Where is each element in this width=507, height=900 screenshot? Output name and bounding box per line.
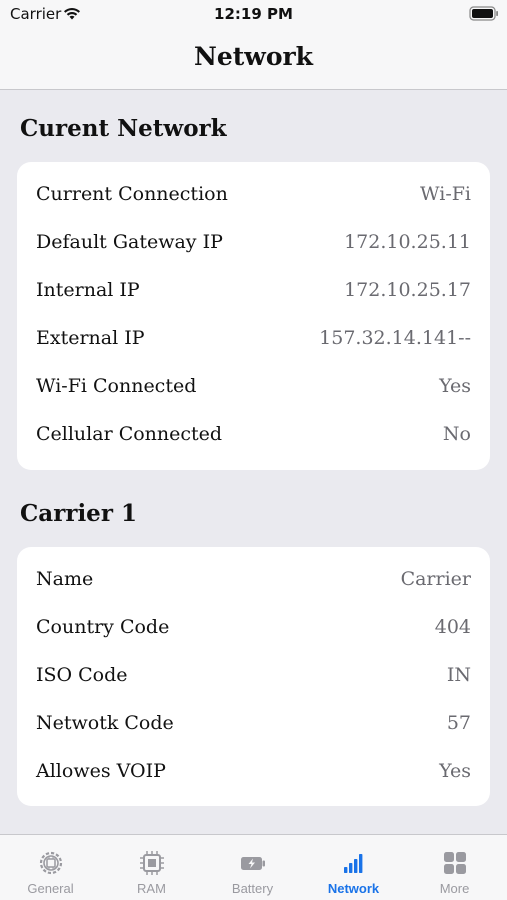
row-label: Wi-Fi Connected bbox=[36, 375, 197, 397]
row-label: Country Code bbox=[36, 616, 170, 638]
row-value: Wi-Fi bbox=[420, 183, 471, 205]
list-item[interactable]: Current Connection Wi-Fi bbox=[17, 170, 490, 218]
row-label: Current Connection bbox=[36, 183, 228, 205]
list-item[interactable]: Internal IP 172.10.25.17 bbox=[17, 266, 490, 314]
list-item[interactable]: Allowes VOIP Yes bbox=[17, 747, 490, 795]
tab-label: Network bbox=[327, 881, 380, 896]
tab-label: General bbox=[27, 881, 74, 896]
row-label: Cellular Connected bbox=[36, 423, 223, 445]
row-value: No bbox=[442, 423, 471, 445]
status-time: 12:19 PM bbox=[214, 5, 293, 23]
status-bar: Carrier 12:19 PM bbox=[0, 0, 507, 30]
tab-battery[interactable]: Battery bbox=[202, 835, 303, 900]
row-label: Internal IP bbox=[36, 279, 140, 301]
carrier-card: Name Carrier Country Code 404 ISO Code I… bbox=[17, 547, 490, 806]
row-value: IN bbox=[446, 664, 471, 686]
tab-bar: General RAM Battery Network More bbox=[0, 834, 507, 900]
list-item[interactable]: External IP 157.32.14.141-- bbox=[17, 314, 490, 362]
row-value: 172.10.25.17 bbox=[344, 279, 471, 301]
tab-network[interactable]: Network bbox=[303, 835, 404, 900]
list-item[interactable]: Country Code 404 bbox=[17, 603, 490, 651]
page-title: Network bbox=[194, 42, 313, 71]
navigation-bar: Network bbox=[0, 30, 507, 90]
row-label: Allowes VOIP bbox=[36, 760, 166, 782]
row-label: External IP bbox=[36, 327, 145, 349]
carrier-heading: Carrier 1 bbox=[20, 500, 137, 527]
row-value: 57 bbox=[446, 712, 471, 734]
chip-icon bbox=[139, 851, 164, 875]
row-value: 157.32.14.141-- bbox=[319, 327, 471, 349]
list-item[interactable]: ISO Code IN bbox=[17, 651, 490, 699]
grid-icon bbox=[443, 852, 466, 874]
row-value: Yes bbox=[439, 375, 471, 397]
list-item[interactable]: Default Gateway IP 172.10.25.11 bbox=[17, 218, 490, 266]
tab-label: More bbox=[439, 881, 470, 896]
battery-icon bbox=[469, 6, 498, 21]
cpu-gear-icon bbox=[39, 851, 62, 875]
row-label: Default Gateway IP bbox=[36, 231, 223, 253]
row-label: Name bbox=[36, 568, 94, 590]
signal-bars-icon bbox=[343, 854, 362, 873]
row-value: Yes bbox=[439, 760, 471, 782]
battery-charging-icon bbox=[240, 857, 265, 870]
list-item[interactable]: Netwotk Code 57 bbox=[17, 699, 490, 747]
row-value: 172.10.25.11 bbox=[344, 231, 471, 253]
row-label: ISO Code bbox=[36, 664, 128, 686]
row-value: 404 bbox=[434, 616, 471, 638]
list-item[interactable]: Cellular Connected No bbox=[17, 410, 490, 458]
list-item[interactable]: Name Carrier bbox=[17, 555, 490, 603]
tab-label: Battery bbox=[231, 881, 274, 896]
list-item[interactable]: Wi-Fi Connected Yes bbox=[17, 362, 490, 410]
tab-general[interactable]: General bbox=[0, 835, 101, 900]
tab-ram[interactable]: RAM bbox=[101, 835, 202, 900]
current-network-card: Current Connection Wi-Fi Default Gateway… bbox=[17, 162, 490, 470]
tab-label: RAM bbox=[137, 881, 166, 896]
row-value: Carrier bbox=[400, 568, 471, 590]
current-network-heading: Curent Network bbox=[20, 115, 227, 142]
tab-more[interactable]: More bbox=[404, 835, 505, 900]
row-label: Netwotk Code bbox=[36, 712, 174, 734]
